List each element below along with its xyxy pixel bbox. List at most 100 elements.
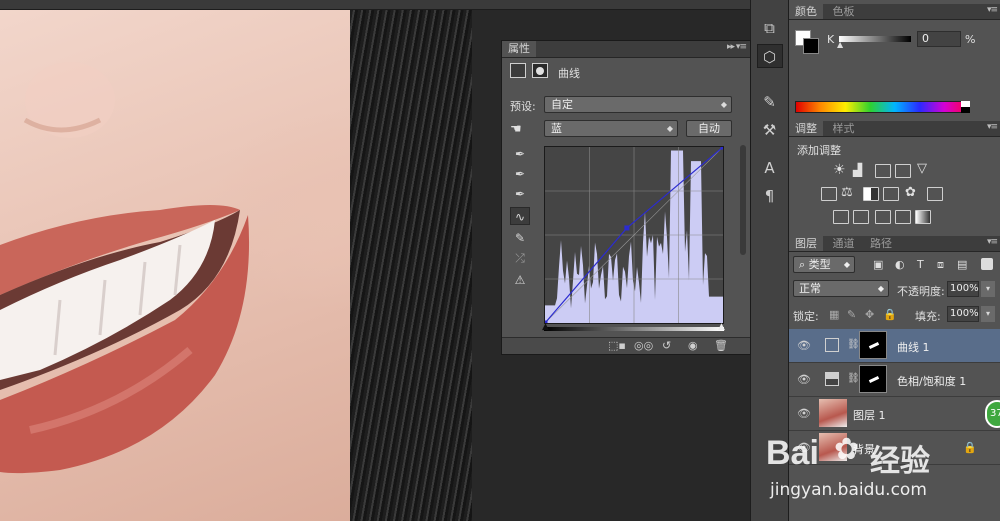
brush-preset-icon[interactable]: ✎ [757,90,783,114]
white-point-slider[interactable]: ▲ [718,322,725,332]
eye-icon[interactable]: 👁 [797,339,811,352]
clone-source-icon[interactable]: ⚒ [757,118,783,142]
filter-shape-icon[interactable]: ⧈ [937,258,944,272]
invert-icon[interactable] [833,210,849,224]
eyedropper-gray-icon[interactable]: ✒ [510,165,530,183]
lock-image-icon[interactable]: ✎ [847,308,856,321]
adjustments-tab-bar: 调整 样式 ▾≡ [789,121,1000,137]
auto-button[interactable]: 自动 [686,120,732,137]
k-value-input[interactable]: 0 [917,31,961,47]
layer-filter-dropdown[interactable]: ⌕ 类型 ◆ [793,256,855,273]
k-slider-thumb[interactable]: ▲ [837,40,843,49]
visibility-icon[interactable]: ◉ [688,338,698,354]
filter-type-icon[interactable]: T [917,258,924,271]
watermark-brand: Bai [766,434,819,472]
k-slider-track[interactable] [839,36,911,42]
filter-toggle[interactable] [981,258,993,270]
layer-row-hue-saturation[interactable]: 👁 ⛓ 色相/饱和度 1 [789,363,1000,397]
black-point-slider[interactable]: ▲ [542,322,549,332]
layer-thumbnail[interactable] [819,399,847,427]
brightness-icon[interactable]: ☀ [833,162,846,178]
panel-menu-icon[interactable]: ▾≡ [987,237,998,247]
eyedropper-white-icon[interactable]: ✒ [510,185,530,203]
delete-icon[interactable]: 🗑 [714,338,728,354]
panel-menu-icon[interactable]: ▾≡ [987,5,998,15]
curves-graph[interactable] [542,144,726,326]
opacity-arrow-icon[interactable]: ▾ [981,281,995,297]
filter-pixel-icon[interactable]: ▣ [873,258,883,271]
black-swatch[interactable] [961,107,970,113]
filter-adjustment-icon[interactable]: ◐ [895,258,905,271]
clipping-warning-icon[interactable]: ⚠ [510,271,530,289]
layer-mask-thumbnail[interactable] [859,331,887,359]
blend-mode-value: 正常 [799,282,821,295]
tab-styles[interactable]: 样式 [827,121,861,136]
levels-icon[interactable]: ▟ [853,163,862,177]
dropdown-arrow-icon: ◆ [666,124,673,133]
threshold-icon[interactable] [875,210,891,224]
selective-color-icon[interactable] [895,210,911,224]
layer-mask-thumbnail[interactable] [859,365,887,393]
view-previous-icon[interactable]: ◎◎ [634,338,653,354]
channel-dropdown[interactable]: 蓝 ◆ [544,120,678,137]
baidu-watermark: Bai ✿ 经验 jingyan.baidu.com [760,430,1000,521]
target-adjustment-hand-icon[interactable]: ☚ [510,122,522,137]
reset-icon[interactable]: ↺ [662,338,671,354]
blend-mode-dropdown[interactable]: 正常 ◆ [793,280,889,297]
lock-label: 锁定: [793,310,819,323]
background-color-swatch[interactable] [803,38,819,54]
tab-color[interactable]: 颜色 [789,4,823,19]
mask-icon[interactable] [532,63,548,78]
panel-menu-icon[interactable]: ▾≡ [987,122,998,132]
curve-control-point[interactable] [720,144,726,150]
history-icon[interactable]: ⧉ [757,16,783,40]
tab-swatches[interactable]: 色板 [827,4,861,19]
watermark-url: jingyan.baidu.com [770,480,927,500]
tab-adjustments[interactable]: 调整 [789,121,823,136]
panel-menu-icon[interactable]: ▸▸ ▾≡ [727,42,747,52]
curve-control-point[interactable] [624,225,630,231]
smooth-icon[interactable]: ⤮ [510,249,530,267]
eye-icon[interactable]: 👁 [797,407,811,420]
tab-properties[interactable]: 属性 [502,41,536,57]
vibrance-icon[interactable]: ▽ [917,161,927,176]
curves-icon[interactable] [875,164,891,178]
layer-row-curves[interactable]: 👁 ⛓ 曲线 1 [789,329,1000,363]
color-balance-icon[interactable]: ⚖ [841,185,853,200]
eyedropper-black-icon[interactable]: ✒ [510,145,530,163]
paragraph-icon[interactable]: ¶ [757,184,783,208]
curves-svg[interactable] [542,144,726,326]
channel-mixer-icon[interactable]: ✿ [905,185,916,200]
hue-saturation-layer-icon [825,372,839,386]
tab-channels[interactable]: 通道 [827,236,861,251]
dropdown-arrow-icon: ◆ [720,100,727,109]
layer-row-pixel[interactable]: 👁 图层 1 [789,397,1000,431]
gradient-map-icon[interactable] [915,210,931,224]
color-lookup-icon[interactable] [927,187,943,201]
tab-layers[interactable]: 图层 [789,236,823,251]
filter-smart-object-icon[interactable]: ▤ [957,258,967,271]
3d-cube-icon[interactable]: ⬡ [756,44,783,68]
tab-paths[interactable]: 路径 [864,236,898,251]
lock-position-icon[interactable]: ✥ [865,308,874,321]
color-spectrum-bar[interactable] [795,101,970,113]
photo-filter-icon[interactable] [883,187,899,201]
pencil-icon[interactable]: ✎ [510,229,530,247]
exposure-icon[interactable] [895,164,911,178]
lock-transparent-icon[interactable]: ▦ [829,308,839,321]
curve-point-icon[interactable]: ∿ [510,207,530,225]
eye-icon[interactable]: 👁 [797,373,811,386]
properties-footer: ⬚▪ ◎◎ ↺ ◉ 🗑 [502,337,750,354]
fill-input[interactable]: 100% [947,306,979,322]
posterize-icon[interactable] [853,210,869,224]
character-icon[interactable]: A [757,156,783,180]
hue-saturation-icon[interactable] [821,187,837,201]
scrollbar[interactable] [740,145,746,255]
preset-dropdown[interactable]: 自定 ◆ [544,96,732,113]
black-white-icon[interactable] [863,187,879,201]
opacity-label: 不透明度: [897,285,945,298]
lock-all-icon[interactable]: 🔒 [883,308,897,321]
clip-to-layer-icon[interactable]: ⬚▪ [608,338,626,354]
opacity-input[interactable]: 100% [947,281,979,297]
fill-arrow-icon[interactable]: ▾ [981,306,995,322]
